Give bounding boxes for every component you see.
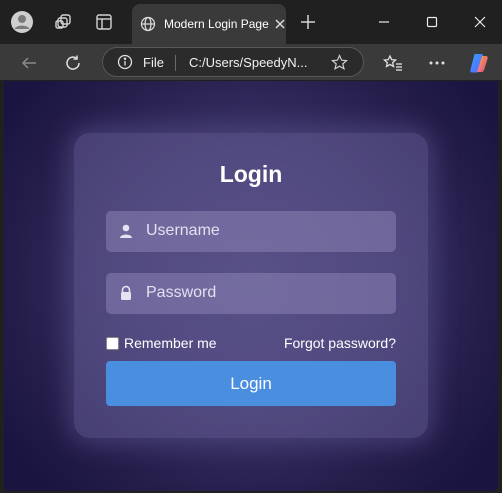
profile-avatar-icon[interactable] (10, 10, 34, 34)
divider (175, 55, 176, 71)
close-tab-icon[interactable] (274, 18, 286, 30)
url-text: C:/Users/SpeedyN... (189, 55, 308, 70)
maximize-icon[interactable] (418, 8, 446, 36)
address-bar: File C:/Users/SpeedyN... (0, 44, 502, 80)
tab-bar: Modern Login Page (0, 0, 502, 44)
new-tab-button[interactable] (296, 10, 320, 34)
password-field[interactable]: Password (106, 273, 396, 314)
url-input[interactable]: File C:/Users/SpeedyN... (102, 47, 364, 77)
lock-icon (118, 285, 134, 301)
back-arrow-icon[interactable] (16, 50, 42, 76)
globe-icon (140, 16, 156, 32)
info-icon[interactable] (117, 54, 133, 70)
tab-active[interactable]: Modern Login Page (132, 4, 286, 44)
workspaces-icon[interactable] (52, 10, 76, 34)
scheme-label: File (143, 55, 164, 70)
minimize-icon[interactable] (370, 8, 398, 36)
copilot-icon[interactable] (466, 50, 492, 76)
page-viewport: Login Username Password Remember me Forg… (4, 81, 498, 491)
remember-label: Remember me (124, 335, 217, 351)
favorites-icon[interactable] (380, 50, 406, 76)
tab-title: Modern Login Page (164, 17, 269, 31)
close-window-icon[interactable] (466, 8, 494, 36)
browser-window: Modern Login Page File C:/Users/SpeedyN.… (0, 0, 502, 493)
username-field[interactable]: Username (106, 211, 396, 252)
favorite-star-icon[interactable] (331, 54, 348, 71)
tab-actions-icon[interactable] (92, 10, 116, 34)
forgot-password-link[interactable]: Forgot password? (284, 335, 396, 351)
login-button[interactable]: Login (106, 361, 396, 406)
password-placeholder: Password (146, 284, 217, 301)
user-icon (118, 223, 134, 239)
login-card: Login Username Password Remember me Forg… (74, 133, 428, 438)
username-placeholder: Username (146, 222, 220, 239)
refresh-icon[interactable] (60, 50, 86, 76)
remember-me[interactable]: Remember me (106, 335, 217, 351)
more-menu-icon[interactable] (424, 50, 450, 76)
login-title: Login (219, 161, 283, 187)
remember-checkbox[interactable] (106, 336, 119, 350)
